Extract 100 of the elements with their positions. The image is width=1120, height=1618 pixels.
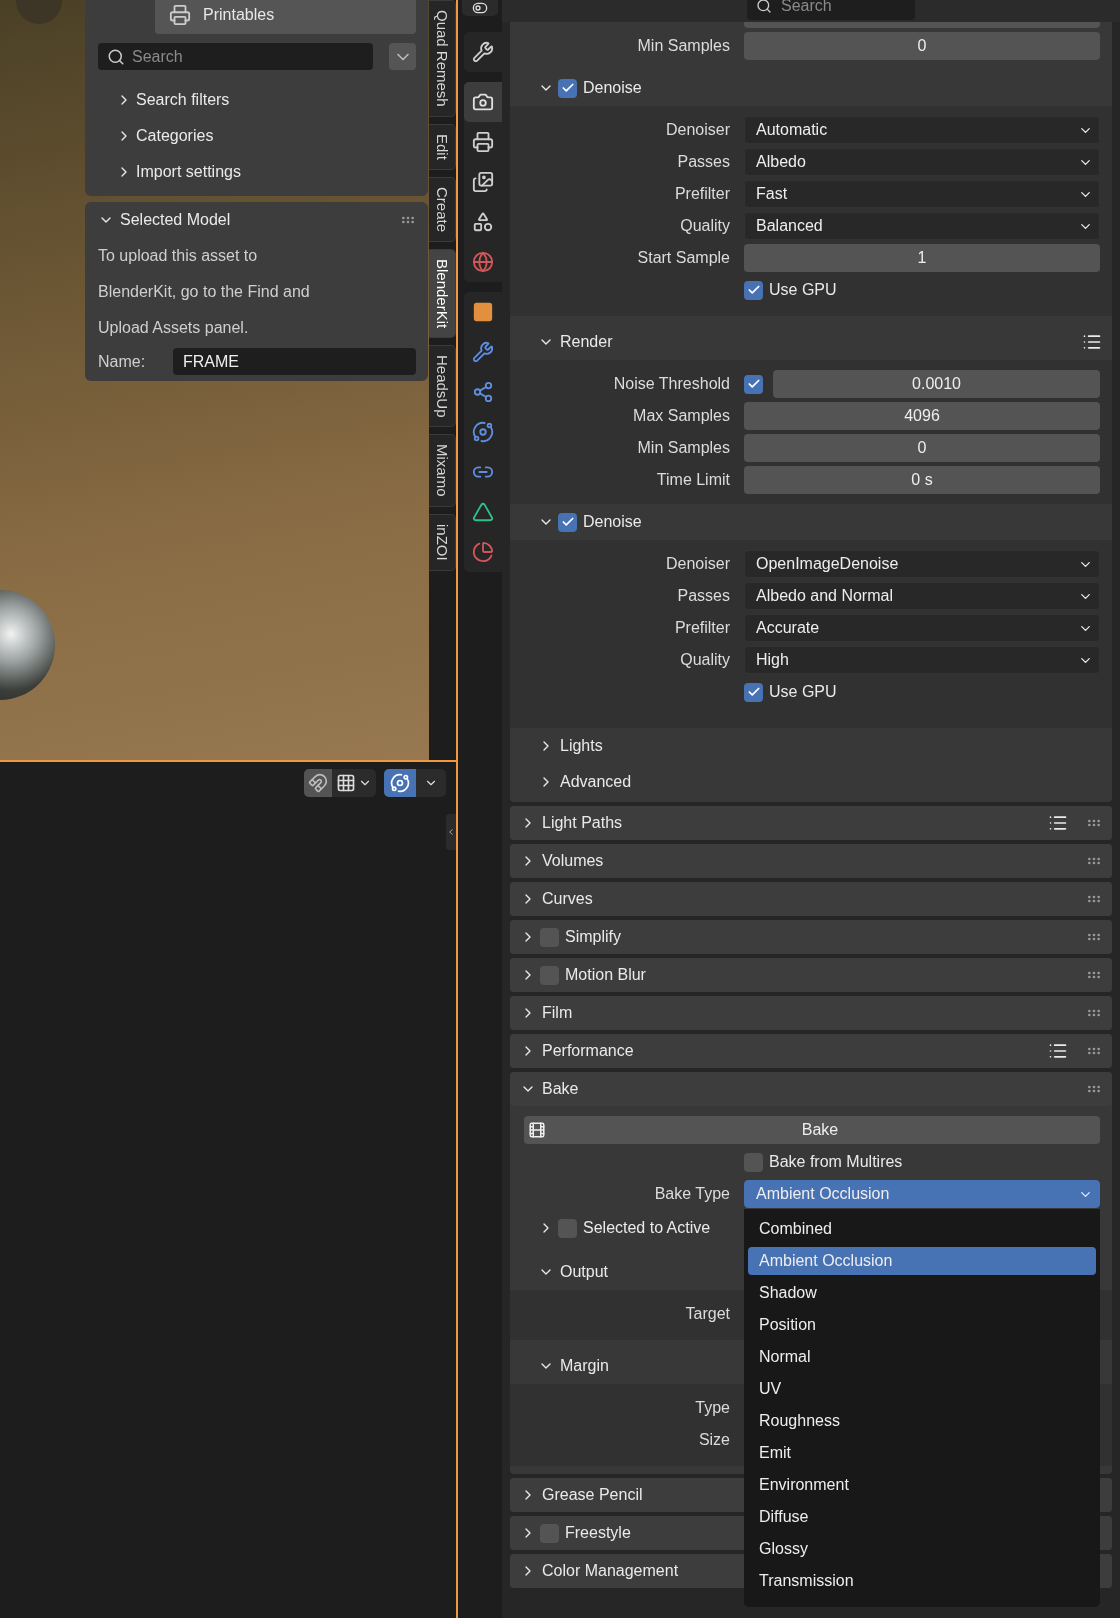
menu-item[interactable]: Shadow xyxy=(748,1279,1096,1307)
check-icon xyxy=(560,81,575,95)
menu-item[interactable]: Environment xyxy=(748,1471,1096,1499)
panel-header[interactable]: Volumes xyxy=(510,844,1112,878)
sidebar-tab[interactable]: Edit xyxy=(429,123,456,170)
field-label: Quality xyxy=(679,217,731,235)
sidebar-tab[interactable]: inZOI xyxy=(429,513,456,571)
section-header[interactable]: Search filters xyxy=(98,82,416,118)
properties-tab[interactable] xyxy=(464,82,502,122)
sidebar-tab[interactable]: BlenderKit xyxy=(429,248,456,338)
panel-header[interactable]: Film xyxy=(510,996,1112,1030)
check-icon xyxy=(746,377,761,391)
orbit-icon xyxy=(472,421,494,443)
checkbox[interactable] xyxy=(744,1152,763,1172)
field-label: Denoiser xyxy=(664,555,731,573)
check-icon xyxy=(560,515,575,529)
field-label: Denoiser xyxy=(664,121,731,139)
number-field[interactable]: 0 xyxy=(744,434,1100,462)
menu-item[interactable]: Ambient Occlusion xyxy=(748,1247,1096,1275)
collapse-handle[interactable] xyxy=(446,814,456,850)
field-label: Min Samples xyxy=(636,439,731,457)
checkbox-label: Use GPU xyxy=(769,281,837,299)
checkbox-label: Use GPU xyxy=(769,683,837,701)
field-label: Passes xyxy=(676,153,731,171)
search-icon xyxy=(107,47,125,66)
checkbox[interactable] xyxy=(558,512,577,532)
menu-item[interactable]: Glossy xyxy=(748,1535,1096,1563)
panel-header[interactable]: Light Paths xyxy=(510,806,1112,840)
menu-item[interactable]: Normal xyxy=(748,1343,1096,1371)
bake-button[interactable]: Bake xyxy=(524,1116,1100,1144)
number-field[interactable]: 1 xyxy=(744,244,1100,272)
overlay-button[interactable] xyxy=(384,769,416,797)
field-label: Size xyxy=(697,1431,731,1449)
grid-icon xyxy=(336,773,356,793)
overlay-icon xyxy=(390,773,410,793)
dropdown[interactable]: High xyxy=(744,646,1100,674)
sidebar-tab[interactable]: Mixamo xyxy=(429,434,456,507)
dropdown[interactable]: Ambient Occlusion xyxy=(744,1180,1100,1208)
checkbox[interactable] xyxy=(744,682,763,702)
panel-header[interactable]: Bake xyxy=(510,1072,1112,1106)
checkbox-label: Bake from Multires xyxy=(769,1153,903,1171)
menu-item[interactable]: Transmission xyxy=(748,1567,1096,1595)
panel-header[interactable]: Performance xyxy=(510,1034,1112,1068)
field-label: Quality xyxy=(679,651,731,669)
shapes-icon xyxy=(472,211,494,233)
field-label: Noise Threshold xyxy=(612,375,731,393)
field-label: Max Samples xyxy=(632,407,731,425)
field-label: Name: xyxy=(98,352,147,371)
field-label: Target xyxy=(684,1305,731,1323)
checkbox[interactable] xyxy=(558,78,577,98)
checkbox[interactable] xyxy=(558,1218,577,1238)
section-header[interactable]: Categories xyxy=(98,118,416,154)
asset-type-button[interactable]: Printables xyxy=(155,0,416,34)
menu-item[interactable]: Combined xyxy=(748,1215,1096,1243)
number-field[interactable]: 0 xyxy=(744,32,1100,60)
toggle-icon xyxy=(472,0,488,16)
printer-icon xyxy=(472,131,494,153)
snap-button[interactable] xyxy=(304,769,332,797)
menu-item[interactable]: Roughness xyxy=(748,1407,1096,1435)
number-field[interactable]: 0.0010 xyxy=(773,370,1100,398)
menu-button[interactable] xyxy=(389,43,416,70)
dropdown[interactable]: Albedo xyxy=(744,148,1100,176)
menu-item[interactable]: Position xyxy=(748,1311,1096,1339)
section-header[interactable]: Import settings xyxy=(98,154,416,190)
search-field[interactable]: Search xyxy=(747,0,915,20)
panel-header[interactable]: Simplify xyxy=(510,920,1112,954)
menu-item[interactable]: UV xyxy=(748,1375,1096,1403)
info-text: Upload Assets panel. xyxy=(98,318,250,338)
check-icon xyxy=(746,283,761,297)
search-icon xyxy=(756,0,772,14)
sidebar-tab[interactable]: Quad Remesh xyxy=(429,0,456,117)
images-icon xyxy=(472,171,494,193)
editor-type-button[interactable] xyxy=(462,0,498,16)
menu-item[interactable]: Diffuse xyxy=(748,1503,1096,1531)
dropdown[interactable]: Balanced xyxy=(744,212,1100,240)
sidebar-tab[interactable]: HeadsUp xyxy=(429,344,456,428)
chevron-left-icon xyxy=(446,827,456,837)
field-label: Min Samples xyxy=(636,37,731,55)
dropdown[interactable]: Fast xyxy=(744,180,1100,208)
subpanel-header[interactable]: Denoise xyxy=(510,504,1112,540)
dropdown[interactable]: Automatic xyxy=(744,116,1100,144)
panel-header[interactable]: Selected Model xyxy=(98,202,416,238)
dropdown[interactable]: OpenImageDenoise xyxy=(744,550,1100,578)
panel-header[interactable]: Curves xyxy=(510,882,1112,916)
printer-icon xyxy=(169,4,191,26)
panel-header[interactable]: Motion Blur xyxy=(510,958,1112,992)
check-icon xyxy=(746,685,761,699)
search-field[interactable]: Search xyxy=(98,43,373,70)
checkbox[interactable] xyxy=(744,280,763,300)
dropdown[interactable]: Accurate xyxy=(744,614,1100,642)
number-field[interactable] xyxy=(744,22,1100,28)
number-field[interactable]: 4096 xyxy=(744,402,1100,430)
nodes-icon xyxy=(472,381,494,403)
number-field[interactable]: 0 s xyxy=(744,466,1100,494)
checkbox[interactable] xyxy=(744,374,763,394)
dropdown[interactable]: Albedo and Normal xyxy=(744,582,1100,610)
menu-item[interactable]: Emit xyxy=(748,1439,1096,1467)
name-field[interactable]: FRAME xyxy=(173,348,416,375)
camera-icon xyxy=(472,91,494,113)
sidebar-tab[interactable]: Create xyxy=(429,176,456,242)
